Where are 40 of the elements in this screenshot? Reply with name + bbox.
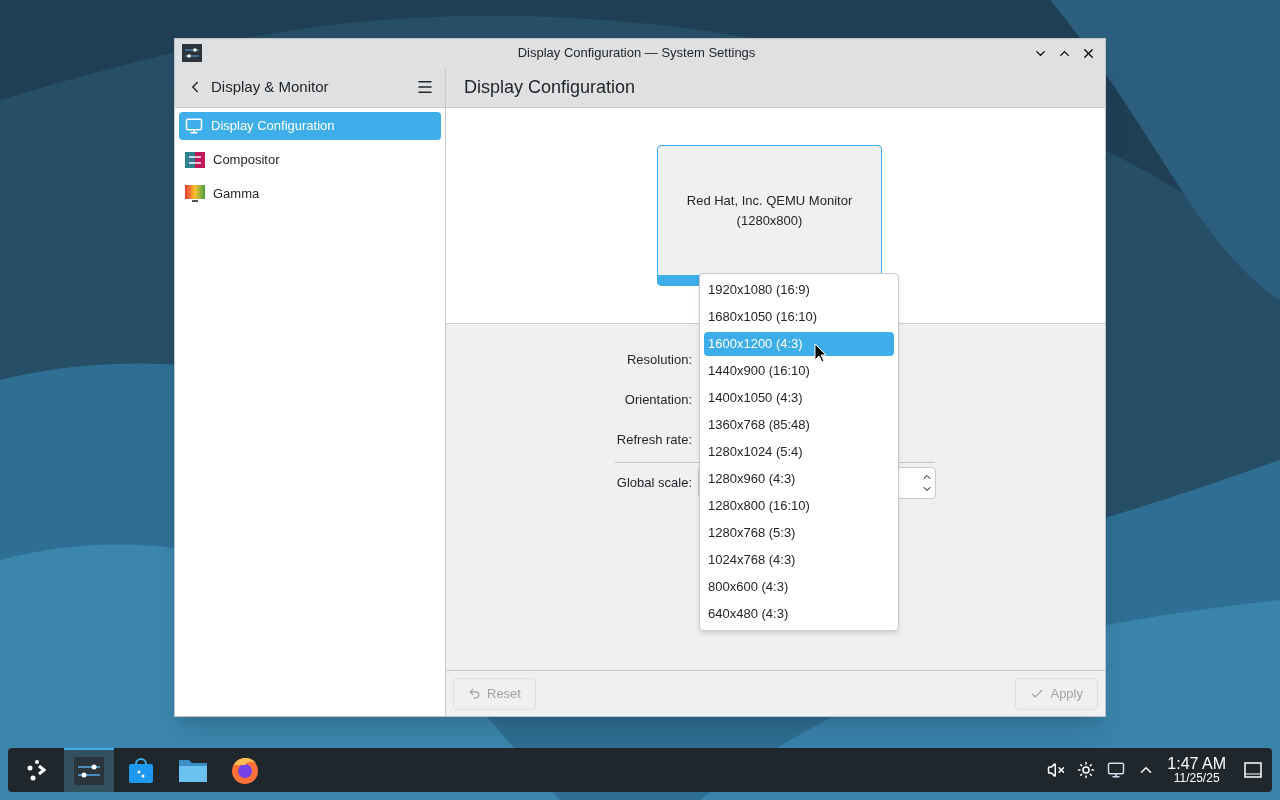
dropdown-option[interactable]: 1680x1050 (16:10) — [704, 305, 894, 329]
monitor-resolution: (1280x800) — [736, 211, 803, 230]
dropdown-option[interactable]: 1280x768 (5:3) — [704, 521, 894, 545]
dropdown-option[interactable]: 1360x768 (85:48) — [704, 413, 894, 437]
page-title: Display Configuration — [464, 75, 636, 99]
monitor-icon — [185, 117, 203, 135]
field-label: Refresh rate: — [615, 431, 692, 450]
folder-icon[interactable] — [178, 757, 208, 783]
muted-speaker-icon[interactable] — [1047, 761, 1066, 779]
dropdown-option[interactable]: 1280x960 (4:3) — [704, 467, 894, 491]
undo-icon — [468, 687, 481, 700]
clock[interactable]: 1:47 AM 11/25/25 — [1167, 756, 1226, 784]
settings-icon[interactable] — [74, 757, 104, 785]
field-label: Orientation: — [623, 391, 692, 410]
monitor-name: Red Hat, Inc. QEMU Monitor — [686, 192, 853, 210]
window-title: Display Configuration — System Settings — [517, 44, 756, 63]
clock-time: 1:47 AM — [1167, 756, 1226, 772]
dropdown-option[interactable]: 1440x900 (16:10) — [704, 359, 894, 383]
brightness-icon[interactable] — [1077, 761, 1096, 779]
field-label: Global scale: — [615, 474, 692, 493]
clock-date: 11/25/25 — [1173, 772, 1220, 784]
settings-icon — [182, 44, 202, 62]
menu-icon — [416, 78, 434, 96]
sliders-icon — [185, 152, 205, 168]
sidebar-item[interactable]: Compositor — [179, 146, 441, 174]
shopping-bag-icon[interactable] — [127, 756, 155, 784]
monitor-preview[interactable]: Red Hat, Inc. QEMU Monitor (1280x800) — [657, 145, 882, 286]
dropdown-option[interactable]: 800x600 (4:3) — [704, 575, 894, 599]
browser-icon[interactable] — [230, 755, 260, 785]
sidebar-item[interactable]: Gamma — [179, 180, 441, 208]
dropdown-option[interactable]: 1280x800 (16:10) — [704, 494, 894, 518]
dropdown-option[interactable]: 1400x1050 (4:3) — [704, 386, 894, 410]
dropdown-option[interactable]: 1024x768 (4:3) — [704, 548, 894, 572]
dropdown-option[interactable]: 1280x1024 (5:4) — [704, 440, 894, 464]
show-desktop-icon[interactable] — [1244, 762, 1262, 778]
mouse-cursor-icon — [814, 343, 827, 362]
color-monitor-icon — [185, 185, 205, 203]
sidebar-title: Display & Monitor — [211, 76, 329, 97]
dropdown-option[interactable]: 640x480 (4:3) — [704, 602, 894, 626]
field-label: Resolution: — [625, 351, 692, 370]
